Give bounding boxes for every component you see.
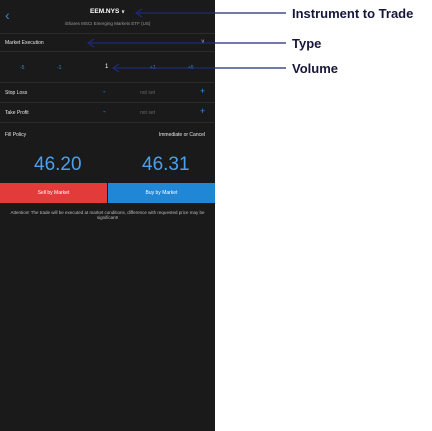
annotation-type: Type bbox=[292, 36, 322, 51]
annotation-arrows bbox=[86, 8, 286, 73]
annotation-instrument: Instrument to Trade bbox=[292, 6, 414, 21]
annotation-volume: Volume bbox=[292, 61, 338, 76]
